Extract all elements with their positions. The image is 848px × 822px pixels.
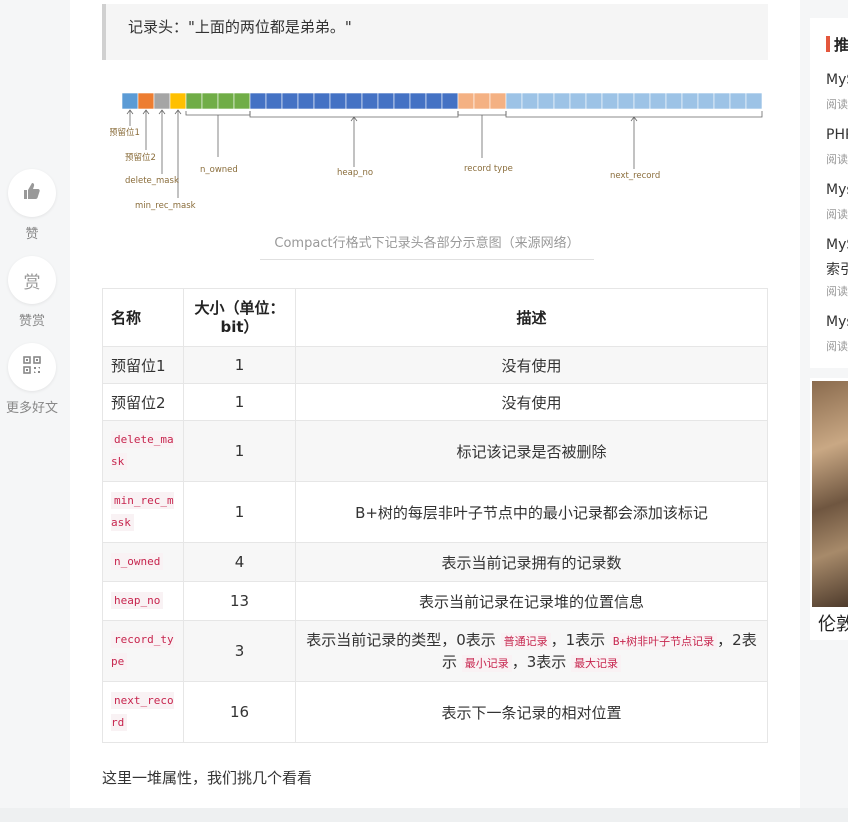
recommend-item-meta: 阅读: [826, 208, 848, 221]
bottom-edge: [0, 808, 848, 822]
code-name: min_rec_mask: [111, 492, 174, 531]
figure-caption: Compact行格式下记录头各部分示意图（来源网络）: [260, 232, 594, 260]
desc-text: ，3表示: [511, 653, 567, 671]
ad-image: [812, 381, 848, 607]
label-min-rec-mask: min_rec_mask: [135, 201, 196, 211]
recommend-item-link[interactable]: MyS: [826, 72, 848, 88]
label-delete-mask: delete_mask: [125, 176, 179, 186]
paragraph-text: 这里一堆属性，我们挑几个看看: [102, 769, 313, 787]
reward-button[interactable]: 赏: [8, 256, 56, 304]
cell-size: 16: [183, 681, 296, 743]
table-row: 预留位1 1 没有使用: [102, 346, 768, 384]
cell-desc: 表示当前记录的类型，0表示 普通记录 ，1表示 B+树非叶子节点记录 ，2表示 最小…: [295, 620, 768, 682]
figure-brackets: [126, 109, 763, 198]
cell-size: 1: [183, 346, 296, 384]
recommend-item-link[interactable]: PHP: [826, 127, 848, 143]
cell-name: 预留位2: [102, 383, 184, 421]
cell-desc: 没有使用: [295, 383, 768, 421]
code-max-record: 最大记录: [571, 655, 622, 672]
recommend-item-meta: 阅读: [826, 153, 848, 166]
code-min-record: 最小记录: [461, 655, 512, 672]
cell-desc: 表示当前记录拥有的记录数: [295, 542, 768, 582]
more-articles-button[interactable]: [8, 343, 56, 391]
figure-labels: 预留位1 预留位2 delete_mask min_rec_mask n_own…: [110, 127, 660, 211]
table-header-row: 名称 大小（单位：bit） 描述: [102, 288, 768, 347]
code-non-leaf-record: B+树非叶子节点记录: [609, 633, 718, 650]
code-name: next_record: [111, 692, 174, 731]
cell-desc: B+树的每层非叶子节点中的最小记录都会添加该标记: [295, 481, 768, 543]
bit-cells: [121, 92, 763, 110]
label-reserved2: 预留位2: [125, 152, 156, 163]
thumbs-up-icon: [22, 181, 42, 205]
table-row: n_owned 4 表示当前记录拥有的记录数: [102, 542, 768, 582]
like-label: 赞: [25, 227, 39, 242]
recommend-item-link[interactable]: MyS: [826, 237, 848, 253]
cell-size: 1: [183, 383, 296, 421]
reward-icon: 赏: [23, 272, 41, 293]
cell-name: min_rec_mask: [102, 481, 184, 543]
article-body: 记录头："上面的两位都是弟弟。" 预留位1 预留位2 delete_mask m…: [70, 0, 800, 808]
cell-size: 13: [183, 581, 296, 621]
desc-text: 表示当前记录的类型，0表示: [306, 631, 496, 649]
cell-size: 1: [183, 420, 296, 482]
recommend-heading: 推: [834, 36, 848, 54]
code-name: n_owned: [111, 553, 164, 570]
cell-desc: 标记该记录是否被删除: [295, 420, 768, 482]
like-button[interactable]: [8, 169, 56, 217]
code-name: heap_no: [111, 592, 164, 609]
quote-text: 记录头："上面的两位都是弟弟。": [128, 18, 352, 36]
cell-name: 预留位1: [102, 346, 184, 384]
table-row: delete_mask 1 标记该记录是否被删除: [102, 420, 768, 482]
recommend-item-link[interactable]: Mys: [826, 182, 848, 198]
cell-name: delete_mask: [102, 420, 184, 482]
cell-desc: 表示当前记录在记录堆的位置信息: [295, 581, 768, 621]
header-name: 名称: [102, 288, 184, 347]
cell-desc: 表示下一条记录的相对位置: [295, 681, 768, 743]
cell-size: 4: [183, 542, 296, 582]
code-name: delete_mask: [111, 431, 174, 470]
blockquote: 记录头："上面的两位都是弟弟。": [102, 4, 768, 60]
record-header-figure: 预留位1 预留位2 delete_mask min_rec_mask n_own…: [110, 92, 763, 211]
cell-name: record_type: [102, 620, 184, 682]
left-action-rail: 赞 赏 赞赏 更多好文: [0, 0, 64, 822]
label-next-record: next_record: [610, 171, 660, 181]
cell-name: n_owned: [102, 542, 184, 582]
table-row: next_record 16 表示下一条记录的相对位置: [102, 681, 768, 743]
cell-name: next_record: [102, 681, 184, 743]
label-n-owned: n_owned: [200, 165, 238, 175]
reward-label: 赞赏: [18, 314, 45, 329]
table-row: record_type 3 表示当前记录的类型，0表示 普通记录 ，1表示 B+树…: [102, 620, 768, 682]
cell-size: 3: [183, 620, 296, 682]
header-size: 大小（单位：bit）: [183, 288, 296, 347]
recommend-item-link-line2[interactable]: 索引: [826, 259, 848, 279]
recommend-item-link[interactable]: Mys: [826, 314, 848, 330]
label-record-type: record type: [464, 164, 513, 174]
cell-desc: 没有使用: [295, 346, 768, 384]
recommend-panel: 推 MyS 阅读 PHP 阅读 Mys 阅读 MyS 索引 阅读 Mys 阅读: [810, 18, 848, 368]
cell-size: 1: [183, 481, 296, 543]
desc-text: ，1表示: [550, 631, 606, 649]
recommend-item-meta: 阅读: [826, 98, 848, 111]
label-heap-no: heap_no: [337, 168, 373, 178]
header-desc: 描述: [295, 288, 768, 347]
qr-code-icon: [22, 355, 42, 379]
code-normal-record: 普通记录: [500, 633, 551, 650]
recommend-item-meta: 阅读: [826, 340, 848, 353]
recommend-item-meta: 阅读: [826, 285, 848, 298]
code-name: record_type: [111, 631, 174, 670]
cell-name: heap_no: [102, 581, 184, 621]
table-row: 预留位2 1 没有使用: [102, 383, 768, 421]
ad-card[interactable]: 伦敦: [810, 378, 848, 640]
label-reserved1: 预留位1: [110, 127, 140, 138]
table-row: min_rec_mask 1 B+树的每层非叶子节点中的最小记录都会添加该标记: [102, 481, 768, 543]
more-articles-label: 更多好文: [5, 401, 58, 416]
record-header-table: 名称 大小（单位：bit） 描述 预留位1 1 没有使用 预留位2 1 没有使用…: [102, 288, 768, 743]
heading-accent-bar: [826, 36, 830, 52]
ad-title: 伦敦: [818, 614, 848, 635]
table-row: heap_no 13 表示当前记录在记录堆的位置信息: [102, 581, 768, 621]
